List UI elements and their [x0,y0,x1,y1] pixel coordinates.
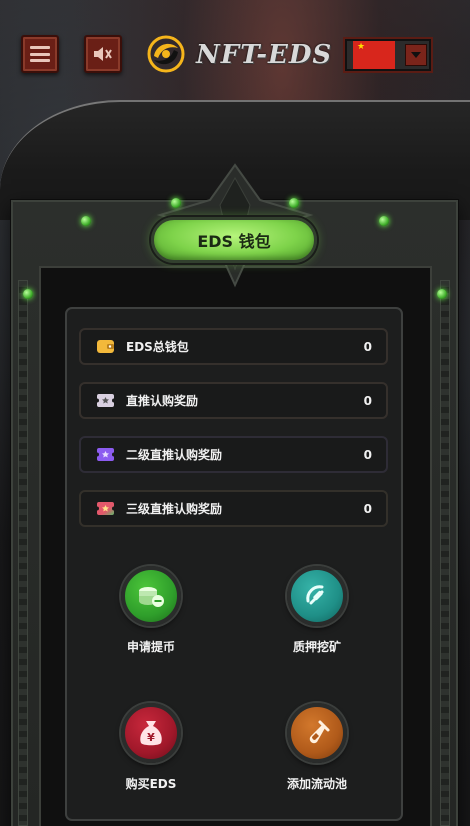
row-value: 0 [363,339,372,354]
row-value: 0 [363,501,372,516]
buy-eds-label: 购买EDS [125,777,177,791]
withdraw-action[interactable]: 申请提币 [96,566,206,655]
action-icon-circle [121,566,181,626]
money-bag-icon: ¥ [140,721,162,746]
ticket-icon [96,446,114,464]
frame-rail-right [440,280,450,826]
frame-gem [23,289,33,299]
ticket-icon [96,392,114,410]
brand-logo-icon [147,35,185,73]
sound-off-icon [94,47,112,61]
menu-button[interactable] [21,35,59,73]
add-liquidity-label: 添加流动池 [286,777,347,791]
wallet-row-level3-reward[interactable]: 三级直推认购奖励 0 [79,490,388,527]
brand-name: NFT-EDS [196,40,333,70]
frame-gem [379,216,389,226]
chevron-down-icon [411,52,421,58]
row-label: 三级直推认购奖励 [126,502,223,516]
ticket-icon [96,500,114,518]
wallet-row-direct-reward[interactable]: 直推认购奖励 0 [79,382,388,419]
dropdown-button[interactable] [405,44,427,66]
frame-gem [437,289,447,299]
menu-icon [30,46,50,62]
frame-gem [289,198,299,208]
frame-gem [171,198,181,208]
row-label: EDS总钱包 [126,340,189,354]
add-liquidity-action[interactable]: 添加流动池 [262,703,372,792]
wallet-icon [96,338,114,356]
buy-eds-action[interactable]: ¥ 购买EDS [96,703,206,792]
app-header: NFT-EDS ★ [0,0,470,100]
frame-rail-left [18,280,28,826]
sound-button[interactable] [84,35,122,73]
pickaxe-icon [306,585,324,605]
china-flag-icon: ★ [353,41,395,69]
wallet-title: EDS 钱包 [151,217,317,263]
frame-gem [81,216,91,226]
language-selector[interactable]: ★ [343,37,433,73]
row-label: 直推认购奖励 [126,394,199,408]
vial-icon [309,720,330,744]
wallet-row-total[interactable]: EDS总钱包 0 [79,328,388,365]
staking-action[interactable]: 质押挖矿 [262,566,372,655]
row-value: 0 [363,447,372,462]
action-icon-circle [287,703,347,763]
action-icon-circle: ¥ [121,703,181,763]
svg-text:¥: ¥ [147,731,155,744]
coins-icon [139,587,164,607]
withdraw-label: 申请提币 [126,640,175,654]
action-icon-circle [287,566,347,626]
row-value: 0 [363,393,372,408]
row-label: 二级直推认购奖励 [126,448,223,462]
wallet-row-level2-reward[interactable]: 二级直推认购奖励 0 [79,436,388,473]
staking-label: 质押挖矿 [292,640,341,654]
